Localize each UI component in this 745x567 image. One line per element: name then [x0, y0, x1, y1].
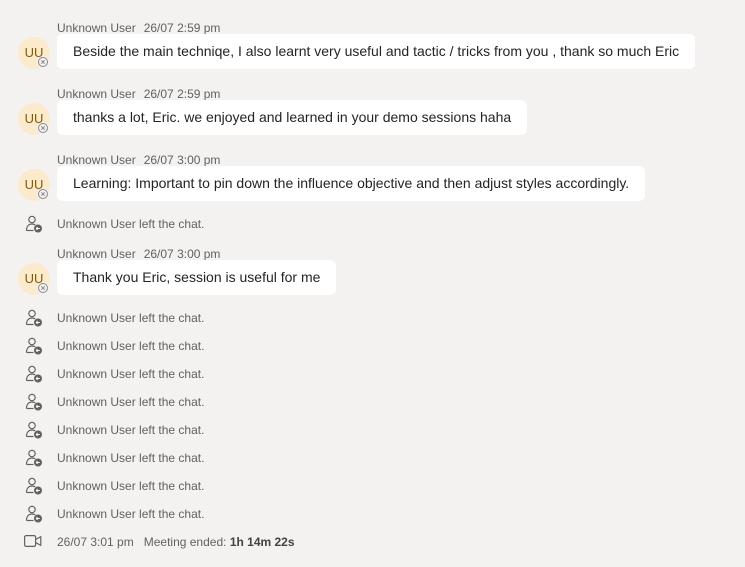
presence-offline-icon [37, 56, 49, 68]
person-left-icon [24, 364, 44, 384]
sender-name: Unknown User [57, 153, 136, 167]
meeting-end-time: 26/07 3:01 pm [57, 535, 134, 549]
event-text: Unknown User left the chat. [57, 367, 205, 381]
chat-thread: Unknown User 26/07 2:59 pm UU Beside the … [0, 0, 745, 567]
event-text: Unknown User left the chat. [57, 423, 205, 437]
event-text: Unknown User left the chat. [57, 507, 205, 521]
system-event: Unknown User left the chat. [0, 210, 745, 238]
message-bubble[interactable]: Learning: Important to pin down the infl… [57, 166, 646, 201]
meeting-ended-label: Meeting ended: [143, 535, 227, 549]
system-event: Unknown User left the chat. [0, 360, 745, 388]
person-left-icon [24, 420, 44, 440]
event-text: Unknown User left the chat. [57, 217, 205, 231]
event-text: Unknown User left the chat. [57, 479, 205, 493]
message-time: 26/07 2:59 pm [143, 87, 221, 101]
message-meta: Unknown User 26/07 2:59 pm [57, 21, 220, 35]
person-left-icon [24, 308, 44, 328]
presence-offline-icon [37, 188, 49, 200]
person-left-icon [24, 504, 44, 524]
message-time: 26/07 3:00 pm [143, 247, 221, 261]
video-camera-icon [24, 534, 42, 553]
person-left-icon [24, 214, 44, 234]
event-text: Unknown User left the chat. [57, 451, 205, 465]
presence-offline-icon [37, 282, 49, 294]
person-left-icon [24, 476, 44, 496]
message-meta: Unknown User 26/07 3:00 pm [57, 153, 220, 167]
event-text: Unknown User left the chat. [57, 339, 205, 353]
person-left-icon [24, 448, 44, 468]
meeting-duration: 1h 14m 22s [229, 535, 295, 549]
sender-name: Unknown User [57, 247, 136, 261]
message-meta: Unknown User 26/07 3:00 pm [57, 247, 220, 261]
system-event: Unknown User left the chat. [0, 444, 745, 472]
meeting-ended-text: 26/07 3:01 pm Meeting ended: 1h 14m 22s [57, 535, 295, 549]
person-left-icon [24, 392, 44, 412]
message-time: 26/07 3:00 pm [143, 153, 221, 167]
presence-offline-icon [37, 122, 49, 134]
system-event: Unknown User left the chat. [0, 472, 745, 500]
message-bubble[interactable]: thanks a lot, Eric. we enjoyed and learn… [57, 100, 528, 135]
sender-name: Unknown User [57, 21, 136, 35]
sender-name: Unknown User [57, 87, 136, 101]
message-meta: Unknown User 26/07 2:59 pm [57, 87, 220, 101]
system-event: Unknown User left the chat. [0, 332, 745, 360]
event-text: Unknown User left the chat. [57, 311, 205, 325]
system-event: Unknown User left the chat. [0, 304, 745, 332]
message-bubble[interactable]: Beside the main techniqe, I also learnt … [57, 34, 696, 69]
event-text: Unknown User left the chat. [57, 395, 205, 409]
system-event: Unknown User left the chat. [0, 416, 745, 444]
system-event: Unknown User left the chat. [0, 500, 745, 528]
person-left-icon [24, 336, 44, 356]
message-bubble[interactable]: Thank you Eric, session is useful for me [57, 260, 337, 295]
message-time: 26/07 2:59 pm [143, 21, 221, 35]
meeting-ended-event: 26/07 3:01 pm Meeting ended: 1h 14m 22s [0, 528, 745, 556]
system-event: Unknown User left the chat. [0, 388, 745, 416]
